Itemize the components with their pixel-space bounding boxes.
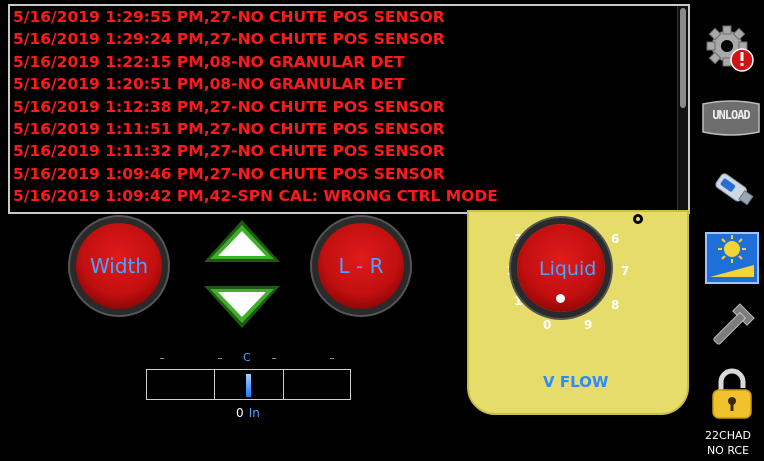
alarm-log-row[interactable]: 5/16/2019 1:09:42 PM,42-SPN CAL: WRONG C… [10, 185, 688, 207]
scale-divider [283, 370, 284, 399]
scale-tick [218, 358, 222, 359]
alarm-log-row[interactable]: 5/16/2019 1:29:55 PM,27-NO CHUTE POS SEN… [10, 6, 688, 28]
alarm-log-row[interactable]: 5/16/2019 1:11:51 PM,27-NO CHUTE POS SEN… [10, 118, 688, 140]
dial-number: 7 [621, 264, 630, 278]
alarm-log-row[interactable]: 5/16/2019 1:11:32 PM,27-NO CHUTE POS SEN… [10, 140, 688, 162]
scale-readout: 0 In [236, 402, 260, 421]
alarm-log-row[interactable]: 5/16/2019 1:12:38 PM,27-NO CHUTE POS SEN… [10, 96, 688, 118]
lr-button-label: L - R [338, 254, 384, 278]
width-button[interactable]: Width [76, 223, 162, 309]
alarm-log-row[interactable]: 5/16/2019 1:20:51 PM,08-NO GRANULAR DET [10, 73, 688, 95]
lock-icon[interactable] [704, 366, 760, 422]
status-text: 22CHAD NO RCE [693, 428, 763, 458]
settings-alert-icon[interactable] [702, 20, 758, 76]
alarm-log-list[interactable]: 5/16/2019 1:29:55 PM,27-NO CHUTE POS SEN… [8, 4, 690, 214]
usb-drive-icon[interactable] [704, 160, 760, 216]
scale-tick [272, 358, 276, 359]
arrow-down-icon[interactable] [200, 282, 284, 332]
log-scroll-thumb[interactable] [680, 8, 686, 108]
scale-tick [330, 358, 334, 359]
lr-button[interactable]: L - R [318, 223, 404, 309]
wrench-icon[interactable] [702, 300, 758, 356]
scale-needle [246, 374, 251, 397]
dial-number: 9 [584, 318, 593, 332]
width-button-label: Width [89, 254, 149, 278]
log-scrollbar[interactable] [677, 6, 688, 212]
dial-number: 2 [507, 264, 516, 278]
alarm-log-row[interactable]: 5/16/2019 1:22:15 PM,08-NO GRANULAR DET [10, 51, 688, 73]
dial-number: 1 [514, 294, 523, 308]
scale-unit: In [248, 406, 260, 420]
unload-icon[interactable]: UNLOAD [701, 96, 761, 140]
dial-number: 8 [611, 298, 620, 312]
scale-value: 0 [236, 406, 244, 420]
dial-number: 3 [514, 232, 523, 246]
scale-center-label: C [243, 351, 251, 364]
unload-label: UNLOAD [712, 108, 750, 122]
liquid-knob-indicator [556, 294, 565, 303]
scale-divider [214, 370, 215, 399]
scale-indicator [146, 369, 351, 400]
dial-number: 0 [543, 318, 552, 332]
brightness-icon[interactable] [704, 231, 760, 287]
scale-tick [160, 358, 164, 359]
status-line-1: 22CHAD [705, 429, 751, 442]
alarm-log-row[interactable]: 5/16/2019 1:29:24 PM,27-NO CHUTE POS SEN… [10, 28, 688, 50]
vflow-label: V FLOW [543, 373, 609, 391]
arrow-up-icon[interactable] [200, 216, 284, 266]
alarm-log-row[interactable]: 5/16/2019 1:09:46 PM,27-NO CHUTE POS SEN… [10, 163, 688, 185]
liquid-knob-label: Liquid [539, 258, 597, 280]
dial-number: 6 [611, 232, 620, 246]
dial-indicator-ring [633, 214, 643, 224]
status-line-2: NO RCE [706, 444, 750, 457]
